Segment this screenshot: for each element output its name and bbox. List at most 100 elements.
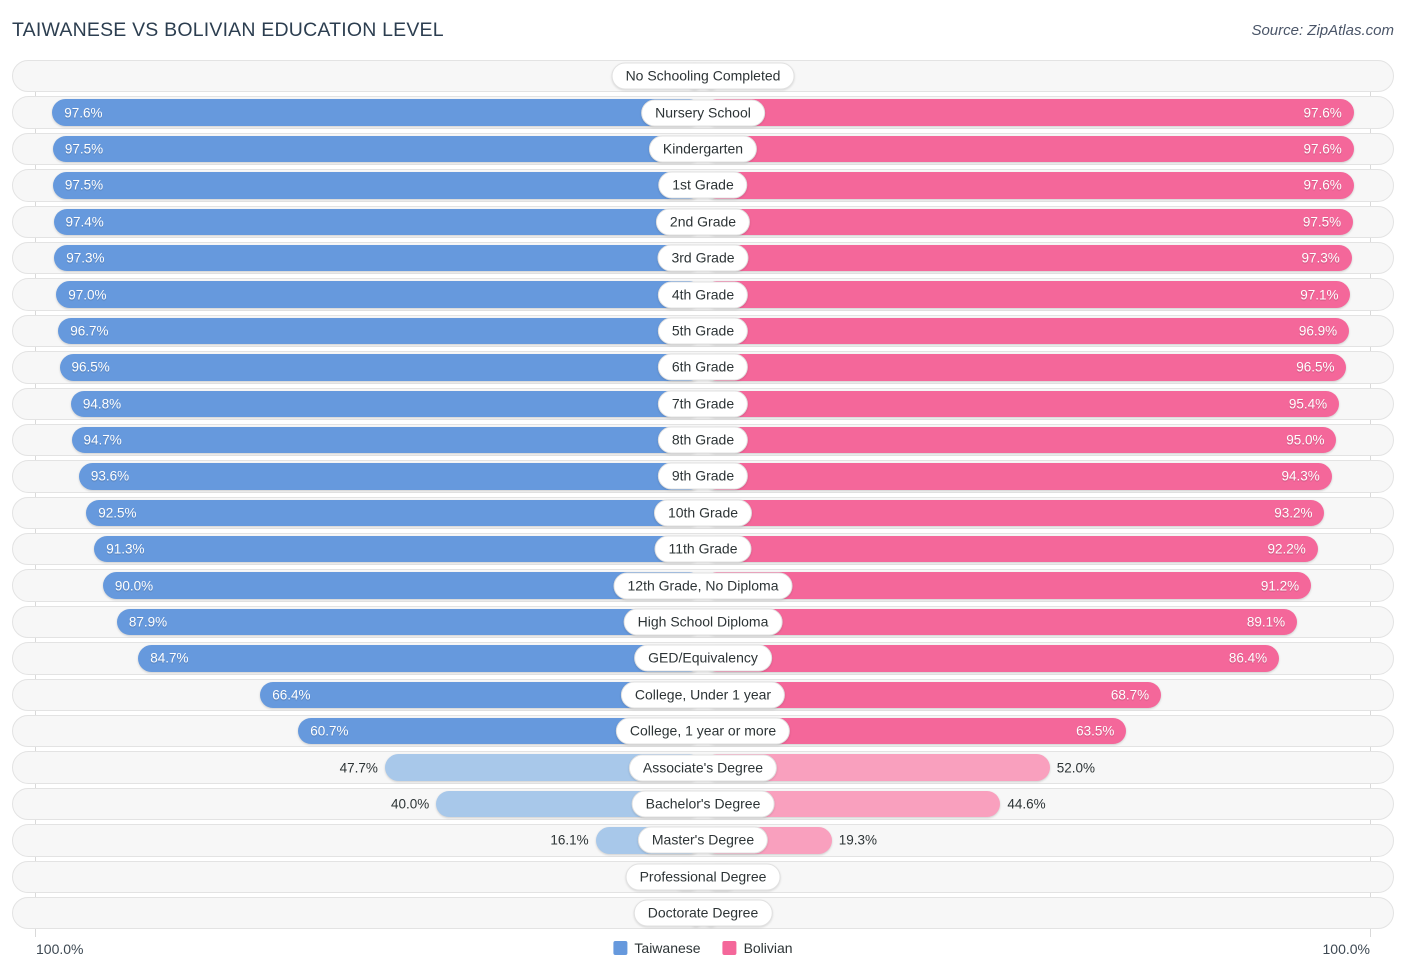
bar-group-bolivian: 63.5% [703, 718, 1394, 745]
bar-group-bolivian: 86.4% [703, 645, 1394, 672]
bar-taiwanese[interactable]: 92.5% [86, 499, 703, 527]
bar-taiwanese[interactable]: 97.6% [52, 99, 703, 126]
bar-group-taiwanese: 91.3% [12, 536, 703, 563]
category-label: 7th Grade [657, 390, 749, 418]
bar-value-taiwanese: 84.7% [150, 650, 189, 666]
category-label: No Schooling Completed [611, 62, 795, 90]
bar-group-bolivian: 2.4% [703, 899, 1394, 927]
bar-group-taiwanese: 97.4% [12, 208, 703, 235]
bar-bolivian[interactable]: 97.6% [703, 135, 1354, 163]
bar-group-bolivian: 91.2% [703, 572, 1394, 599]
chart-row: 97.5% 97.6% 1st Grade [12, 169, 1394, 202]
bar-taiwanese[interactable]: 97.0% [56, 281, 703, 308]
bar-value-taiwanese: 94.8% [82, 396, 122, 412]
category-label: 2nd Grade [655, 208, 751, 236]
chart-row: 92.5% 93.2% 10th Grade [12, 496, 1394, 530]
chart-row: 2.1%2.4%Doctorate Degree [12, 896, 1394, 930]
bar-bolivian[interactable]: 97.6% [703, 172, 1354, 199]
bar-value-taiwanese: 97.3% [66, 250, 105, 266]
bar-group-bolivian: 44.6% [703, 790, 1394, 818]
bar-taiwanese[interactable]: 96.5% [59, 354, 703, 381]
bar-bolivian[interactable]: 93.2% [703, 499, 1325, 527]
legend-label-bolivian: Bolivian [743, 940, 793, 956]
bar-group-bolivian: 19.3% [703, 827, 1394, 854]
category-label: 10th Grade [653, 499, 753, 527]
bar-value-bolivian: 97.3% [1301, 250, 1340, 266]
category-label: 4th Grade [657, 281, 749, 309]
bar-group-bolivian: 68.7% [703, 681, 1394, 709]
bar-value-taiwanese: 91.3% [106, 541, 145, 557]
bar-value-taiwanese: 60.7% [310, 723, 349, 739]
bar-value-bolivian: 97.6% [1303, 141, 1342, 157]
bar-value-bolivian: 91.2% [1260, 578, 1300, 594]
category-label: GED/Equivalency [634, 644, 772, 672]
bar-group-bolivian: 89.1% [703, 608, 1394, 636]
bar-taiwanese[interactable]: 94.8% [70, 390, 703, 417]
chart-row: 91.3% 92.2% 11th Grade [12, 533, 1394, 566]
category-label: High School Diploma [623, 608, 783, 636]
bar-bolivian[interactable]: 86.4% [703, 645, 1280, 672]
bar-taiwanese[interactable]: 93.6% [78, 463, 703, 490]
legend-item-taiwanese[interactable]: Taiwanese [613, 940, 701, 956]
chart-footer: 100.0% 100.0% Taiwanese Bolivian [12, 938, 1394, 968]
bar-group-taiwanese: 87.9% [12, 608, 703, 636]
chart-page: TAIWANESE VS BOLIVIAN EDUCATION LEVEL So… [0, 0, 1406, 975]
bar-value-bolivian: 97.1% [1300, 287, 1339, 303]
bar-bolivian[interactable]: 92.2% [703, 536, 1318, 563]
chart-row: 16.1% 19.3% Master's Degree [12, 824, 1394, 857]
bar-group-bolivian: 97.3% [703, 244, 1394, 272]
bar-group-bolivian: 95.4% [703, 390, 1394, 417]
bar-bolivian[interactable]: 95.4% [703, 390, 1340, 417]
bar-value-taiwanese: 93.6% [90, 468, 130, 484]
bar-group-taiwanese: 97.5% [12, 172, 703, 199]
bar-group-taiwanese: 97.5% [12, 135, 703, 163]
bar-bolivian[interactable]: 97.5% [703, 208, 1354, 235]
chart-row: 97.0% 97.1% 4th Grade [12, 278, 1394, 311]
bar-taiwanese[interactable]: 87.9% [116, 608, 703, 636]
bar-bolivian[interactable]: 97.3% [703, 244, 1352, 272]
axis-label-left: 100.0% [36, 941, 84, 957]
bar-group-taiwanese: 5.0% [12, 863, 703, 890]
bar-group-taiwanese: 84.7% [12, 645, 703, 672]
category-label: Master's Degree [637, 826, 769, 854]
bar-taiwanese[interactable]: 91.3% [94, 536, 703, 563]
bar-bolivian[interactable]: 96.5% [703, 354, 1347, 381]
category-label: 6th Grade [657, 353, 749, 381]
category-label: 8th Grade [657, 426, 749, 454]
category-label: 11th Grade [654, 535, 752, 563]
bar-taiwanese[interactable]: 84.7% [138, 645, 703, 672]
bar-group-bolivian: 95.0% [703, 426, 1394, 454]
chart-row: 87.9% 89.1% High School Diploma [12, 605, 1394, 639]
bar-value-bolivian: 44.6% [1007, 796, 1046, 812]
legend-item-bolivian[interactable]: Bolivian [722, 940, 793, 956]
category-label: Professional Degree [625, 863, 781, 891]
chart-row: 2.5%2.4%No Schooling Completed [12, 60, 1394, 93]
bar-group-taiwanese: 16.1% [12, 827, 703, 854]
bar-group-bolivian: 97.1% [703, 281, 1394, 308]
bar-value-taiwanese: 97.5% [64, 141, 104, 157]
category-label: 3rd Grade [657, 244, 749, 272]
bar-bolivian[interactable]: 95.0% [703, 426, 1337, 454]
bar-taiwanese[interactable]: 96.7% [58, 317, 703, 345]
bar-bolivian[interactable]: 96.9% [703, 317, 1350, 345]
bar-value-taiwanese: 40.0% [391, 796, 430, 812]
bar-bolivian[interactable]: 91.2% [703, 572, 1312, 599]
bar-group-bolivian: 97.6% [703, 172, 1394, 199]
bar-bolivian[interactable]: 97.6% [703, 99, 1354, 126]
bar-value-taiwanese: 92.5% [98, 505, 137, 521]
bar-bolivian[interactable]: 89.1% [703, 608, 1298, 636]
bar-bolivian[interactable]: 97.1% [703, 281, 1351, 308]
bar-value-taiwanese: 94.7% [83, 432, 122, 448]
bar-taiwanese[interactable]: 97.3% [54, 244, 703, 272]
bar-group-taiwanese: 97.6% [12, 99, 703, 126]
category-label: Kindergarten [648, 135, 758, 163]
bar-bolivian[interactable]: 94.3% [703, 463, 1332, 490]
bar-value-taiwanese: 97.4% [65, 214, 104, 230]
bar-value-taiwanese: 97.5% [64, 177, 104, 193]
bar-taiwanese[interactable]: 94.7% [71, 426, 703, 454]
bar-taiwanese[interactable]: 97.4% [53, 208, 703, 235]
chart-row: 97.5% 97.6% Kindergarten [12, 132, 1394, 166]
bar-taiwanese[interactable]: 97.5% [52, 172, 703, 199]
bar-group-taiwanese: 60.7% [12, 718, 703, 745]
bar-taiwanese[interactable]: 97.5% [52, 135, 703, 163]
